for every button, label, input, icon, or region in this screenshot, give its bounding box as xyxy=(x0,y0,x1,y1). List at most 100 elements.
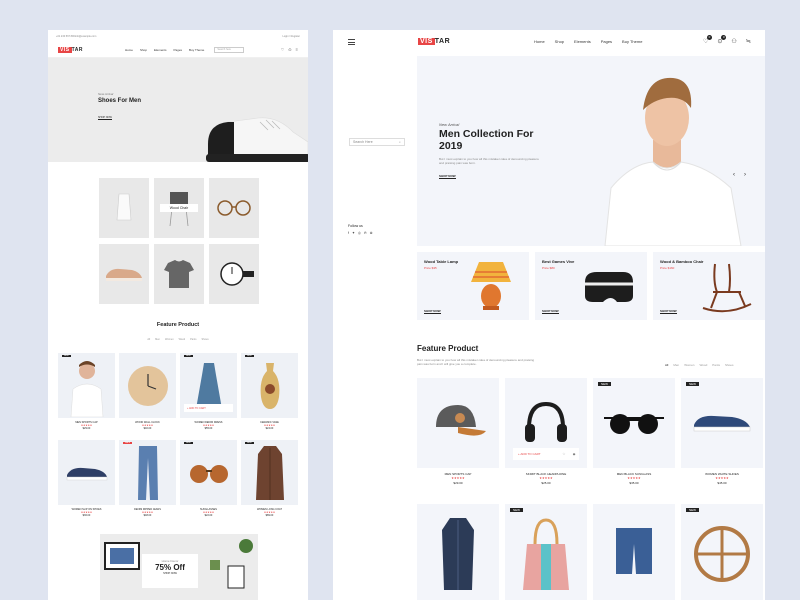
settings-icon[interactable]: ≒ xyxy=(746,38,751,45)
category-card-vr[interactable]: Best Games Vive Price $80 SHOP NOW xyxy=(535,252,647,320)
search-input[interactable]: Search Here ⌕ xyxy=(349,138,405,146)
product-badge: NEW xyxy=(245,442,254,444)
grid-item-chair[interactable]: Wood Chair xyxy=(154,178,204,238)
category-card-chair[interactable]: Wood & Bamboo Chair Price $160 SHOP NOW xyxy=(653,252,765,320)
email-text: info@example.com xyxy=(74,34,97,38)
category-shop-button[interactable]: SHOP NOW xyxy=(424,309,441,314)
facebook-icon[interactable]: f xyxy=(348,231,349,235)
tab-pants[interactable]: Pants xyxy=(712,363,720,367)
hero-shop-button[interactable]: SHOP NOW xyxy=(98,116,112,120)
hero-shop-button[interactable]: SHOP NOW xyxy=(439,174,456,179)
nav-elements[interactable]: Elements xyxy=(574,39,591,44)
grid-item-lamp[interactable] xyxy=(99,178,149,238)
user-icon[interactable]: ⚇ xyxy=(731,38,736,45)
product-card[interactable]: WOOD WALL CLOCK ★★★★★ $40.00 xyxy=(119,353,176,430)
left-page-preview: +01 234 567 890 info@example.com Login /… xyxy=(48,30,308,600)
sunglasses-photo xyxy=(189,464,228,483)
tab-wood[interactable]: Wood xyxy=(179,338,186,341)
product-price: $40.00 xyxy=(143,427,152,430)
product-card[interactable]: NEW MEN SPORTS CAP ★★★★★ $29.00 xyxy=(58,353,115,430)
heart-icon[interactable]: ♡ xyxy=(281,47,285,52)
product-price: $29.00 xyxy=(82,427,91,430)
product-badge: NEW xyxy=(510,508,523,512)
login-link[interactable]: Login / Register xyxy=(282,35,300,38)
search-input[interactable]: Search here xyxy=(214,46,245,53)
feature-tabs: All Men Women Wood Pants Shoes xyxy=(665,363,733,367)
twitter-icon[interactable]: ✦ xyxy=(352,231,355,235)
nav-buy-theme[interactable]: Buy Theme xyxy=(622,39,642,44)
sneaker-icon xyxy=(106,268,142,281)
nav-pages[interactable]: Pages xyxy=(174,48,183,52)
eye-icon[interactable]: ◉ xyxy=(569,452,579,456)
nav-elements[interactable]: Elements xyxy=(154,48,167,52)
tab-all[interactable]: All xyxy=(665,363,668,367)
product-badge: NEW xyxy=(598,382,611,386)
follow-label: Follow us xyxy=(348,224,363,228)
product-card[interactable]: SALE DENIM RIPPED JEANS ★★★★★ $48.00 xyxy=(119,440,176,517)
category-card-lamp[interactable]: Wood Table Lamp Price $35 SHOP NOW xyxy=(417,252,529,320)
product-card[interactable]: MEN SPORTS CAP ★★★★★ $29.00 xyxy=(417,378,499,485)
menu-icon[interactable]: ≡ xyxy=(296,47,298,52)
category-shop-button[interactable]: SHOP NOW xyxy=(660,309,677,314)
product-card[interactable]: WOMEN SLIP ON SHOES ★★★★★ $36.00 xyxy=(58,440,115,517)
nav-home[interactable]: Home xyxy=(125,48,133,52)
promo-shop-link[interactable]: SHOP NOW xyxy=(142,572,198,575)
add-to-cart-bar: + ADD TO CART ♡ ◉ xyxy=(513,448,579,460)
instagram-icon[interactable]: ◎ xyxy=(358,231,361,235)
category-title: Wood Table Lamp xyxy=(424,259,459,264)
nav-pages[interactable]: Pages xyxy=(601,39,612,44)
dribbble-icon[interactable]: ⊛ xyxy=(370,231,373,235)
product-badge: NEW xyxy=(62,355,71,357)
grid-item-watch[interactable] xyxy=(209,244,259,304)
cart-icon[interactable]: ⊙ xyxy=(288,47,291,52)
cart-icon[interactable]: ⊙ 0 xyxy=(717,35,727,45)
heart-icon[interactable]: ♡ xyxy=(559,452,569,456)
grid-item-sneaker[interactable] xyxy=(99,244,149,304)
nav-home[interactable]: Home xyxy=(534,39,545,44)
tab-all[interactable]: All xyxy=(147,338,150,341)
product-card[interactable]: NEW + ADD TO CART WOMEN DENIM DRESS ★★★★… xyxy=(180,353,237,430)
tab-women[interactable]: Women xyxy=(165,338,174,341)
product-card[interactable] xyxy=(593,504,675,600)
nav-shop[interactable]: Shop xyxy=(555,39,564,44)
product-price: $29.00 xyxy=(453,481,463,485)
promo-discount: 75% Off xyxy=(155,563,185,572)
product-card[interactable]: NEW MEN BLACK SUNGLASS ★★★★★ $35.00 xyxy=(593,378,675,485)
logo[interactable]: VIS TAR xyxy=(58,46,83,53)
headphone-photo xyxy=(525,401,567,442)
product-card[interactable]: NEW xyxy=(681,504,763,600)
nav-shop[interactable]: Shop xyxy=(140,48,147,52)
product-card[interactable]: NEW xyxy=(505,504,587,600)
category-shop-button[interactable]: SHOP NOW xyxy=(542,309,559,314)
search-icon[interactable]: ⌕ xyxy=(399,140,401,144)
product-stars: ★★★★★ xyxy=(539,476,553,480)
tab-pants[interactable]: Pants xyxy=(190,338,196,341)
product-grid-row-2: NEW NEW xyxy=(417,504,765,600)
tab-shoes[interactable]: Shoes xyxy=(725,363,734,367)
grid-item-glasses[interactable] xyxy=(209,178,259,238)
nav-buy-theme[interactable]: Buy Theme xyxy=(189,48,204,52)
pinterest-icon[interactable]: ℗ xyxy=(364,231,367,235)
add-to-cart-button[interactable]: + ADD TO CART xyxy=(184,404,233,412)
wall-lamp-icon xyxy=(116,193,132,221)
product-card[interactable]: NEW CERAMIC VASE ★★★★★ $24.00 xyxy=(241,353,298,430)
tab-women[interactable]: Women xyxy=(684,363,694,367)
rocking-chair-image xyxy=(702,263,752,313)
product-card[interactable]: + ADD TO CART ♡ ◉ SKIMIT BLACK HEADPHONE… xyxy=(505,378,587,485)
feature-title: Feature Product xyxy=(417,344,479,353)
heart-icon[interactable]: ♡ 0 xyxy=(703,35,712,45)
grid-item-tshirt[interactable] xyxy=(154,244,204,304)
add-to-cart-button[interactable]: + ADD TO CART xyxy=(513,452,559,456)
product-card[interactable] xyxy=(417,504,499,600)
hamburger-menu-icon[interactable] xyxy=(348,39,355,45)
tab-wood[interactable]: Wood xyxy=(699,363,707,367)
logo[interactable]: VIS TAR xyxy=(418,38,450,45)
top-bar: +01 234 567 890 info@example.com Login /… xyxy=(48,30,308,42)
product-card[interactable]: NEW WOMEN LONG COAT ★★★★★ $89.00 xyxy=(241,440,298,517)
tab-men[interactable]: Men xyxy=(155,338,160,341)
product-card[interactable]: NEW WOMEN WHITE SHOES ★★★★★ $45.00 xyxy=(681,378,763,485)
tab-men[interactable]: Men xyxy=(673,363,679,367)
product-card[interactable]: NEW SUNGLASSES ★★★★★ $22.00 xyxy=(180,440,237,517)
glasses-icon xyxy=(217,200,251,216)
tab-shoes[interactable]: Shoes xyxy=(202,338,209,341)
